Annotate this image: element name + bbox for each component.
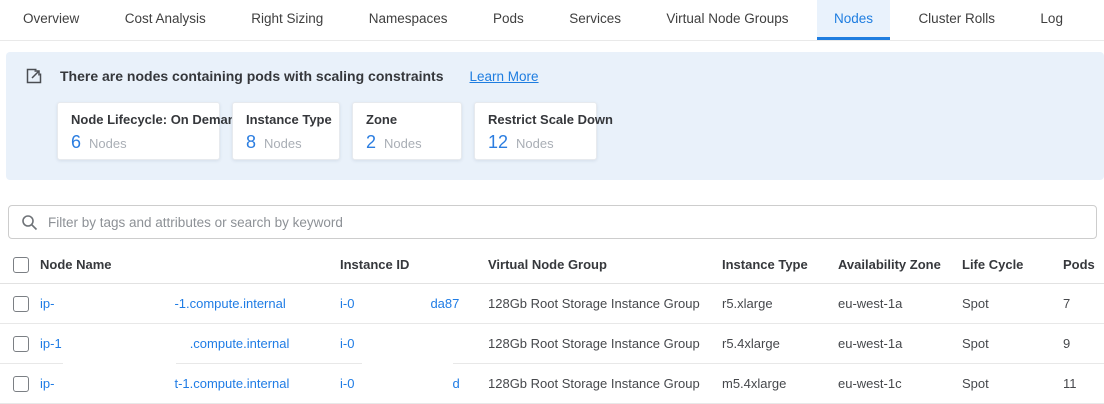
card-unit: Nodes (516, 136, 554, 151)
card-node-lifecycle[interactable]: Node Lifecycle: On Demand 6 Nodes (57, 102, 220, 160)
redacted-text (54, 297, 174, 310)
learn-more-link[interactable]: Learn More (470, 69, 539, 84)
table-row[interactable]: ip-1 .compute.internal i-0 128Gb Root St… (0, 324, 1104, 364)
tab-virtual-node-groups[interactable]: Virtual Node Groups (649, 0, 805, 40)
constraint-summary-cards: Node Lifecycle: On Demand 6 Nodes Instan… (57, 102, 1080, 160)
pods-cell: 11 (1055, 376, 1104, 391)
node-name-link[interactable]: ip- t-1.compute.internal (40, 376, 340, 391)
card-unit: Nodes (384, 136, 422, 151)
card-title: Instance Type (246, 112, 325, 127)
node-name-link[interactable]: ip-1 .compute.internal (40, 336, 340, 351)
redaction-strip (362, 362, 453, 365)
nodes-table: Node Name Instance ID Virtual Node Group… (0, 246, 1104, 404)
tab-log[interactable]: Log (1023, 0, 1080, 40)
search-icon (21, 214, 38, 231)
instance-type-cell: r5.4xlarge (722, 336, 838, 351)
instance-type-cell: r5.xlarge (722, 296, 838, 311)
col-instance-id: Instance ID (340, 257, 488, 272)
card-count: 8 (246, 132, 256, 153)
table-row[interactable]: ip- t-1.compute.internal i-0 d 128Gb Roo… (0, 364, 1104, 404)
virtual-node-group-cell: 128Gb Root Storage Instance Group (488, 336, 722, 351)
card-count: 6 (71, 132, 81, 153)
availability-zone-cell: eu-west-1a (838, 296, 962, 311)
card-unit: Nodes (89, 136, 127, 151)
tab-overview[interactable]: Overview (6, 0, 96, 40)
row-checkbox[interactable] (13, 296, 29, 312)
card-zone[interactable]: Zone 2 Nodes (352, 102, 462, 160)
scaling-constraint-icon (24, 66, 44, 86)
table-header-row: Node Name Instance ID Virtual Node Group… (0, 246, 1104, 284)
tab-bar: Overview Cost Analysis Right Sizing Name… (0, 0, 1104, 41)
banner-message-row: There are nodes containing pods with sca… (24, 65, 1080, 87)
life-cycle-cell: Spot (962, 336, 1055, 351)
card-title: Zone (366, 112, 447, 127)
col-life-cycle: Life Cycle (962, 257, 1055, 272)
tab-services[interactable]: Services (552, 0, 638, 40)
instance-id-link[interactable]: i-0 da87 (340, 296, 488, 311)
table-row[interactable]: ip- -1.compute.internal i-0 da87 128Gb R… (0, 284, 1104, 324)
card-instance-type[interactable]: Instance Type 8 Nodes (232, 102, 340, 160)
instance-type-cell: m5.4xlarge (722, 376, 838, 391)
tab-nodes[interactable]: Nodes (817, 0, 890, 40)
life-cycle-cell: Spot (962, 376, 1055, 391)
pods-cell: 7 (1055, 296, 1104, 311)
card-title: Node Lifecycle: On Demand (71, 112, 205, 127)
redacted-text (354, 297, 430, 310)
redacted-text (62, 337, 190, 350)
card-restrict-scale-down[interactable]: Restrict Scale Down 12 Nodes (474, 102, 597, 160)
redaction-strip (63, 362, 176, 365)
col-pods: Pods (1055, 257, 1104, 272)
virtual-node-group-cell: 128Gb Root Storage Instance Group (488, 296, 722, 311)
filter-search-bar (8, 205, 1097, 239)
tab-namespaces[interactable]: Namespaces (352, 0, 465, 40)
card-count: 12 (488, 132, 508, 153)
life-cycle-cell: Spot (962, 296, 1055, 311)
availability-zone-cell: eu-west-1c (838, 376, 962, 391)
search-input[interactable] (48, 215, 1084, 230)
col-node-name: Node Name (40, 257, 340, 272)
virtual-node-group-cell: 128Gb Root Storage Instance Group (488, 376, 722, 391)
tab-pods[interactable]: Pods (476, 0, 541, 40)
pods-cell: 9 (1055, 336, 1104, 351)
scaling-constraints-banner: There are nodes containing pods with sca… (6, 52, 1104, 180)
node-name-link[interactable]: ip- -1.compute.internal (40, 296, 340, 311)
col-availability-zone: Availability Zone (838, 257, 962, 272)
card-count: 2 (366, 132, 376, 153)
row-checkbox[interactable] (13, 336, 29, 352)
select-all-checkbox[interactable] (13, 257, 29, 273)
availability-zone-cell: eu-west-1a (838, 336, 962, 351)
row-checkbox[interactable] (13, 376, 29, 392)
tab-cost-analysis[interactable]: Cost Analysis (108, 0, 223, 40)
instance-id-link[interactable]: i-0 (340, 336, 488, 351)
col-virtual-node-group: Virtual Node Group (488, 257, 722, 272)
redacted-text (54, 377, 174, 390)
instance-id-link[interactable]: i-0 d (340, 376, 488, 391)
col-instance-type: Instance Type (722, 257, 838, 272)
redacted-text (354, 377, 452, 390)
card-title: Restrict Scale Down (488, 112, 582, 127)
tab-cluster-rolls[interactable]: Cluster Rolls (901, 0, 1012, 40)
tab-right-sizing[interactable]: Right Sizing (234, 0, 340, 40)
banner-message: There are nodes containing pods with sca… (60, 68, 444, 84)
card-unit: Nodes (264, 136, 302, 151)
